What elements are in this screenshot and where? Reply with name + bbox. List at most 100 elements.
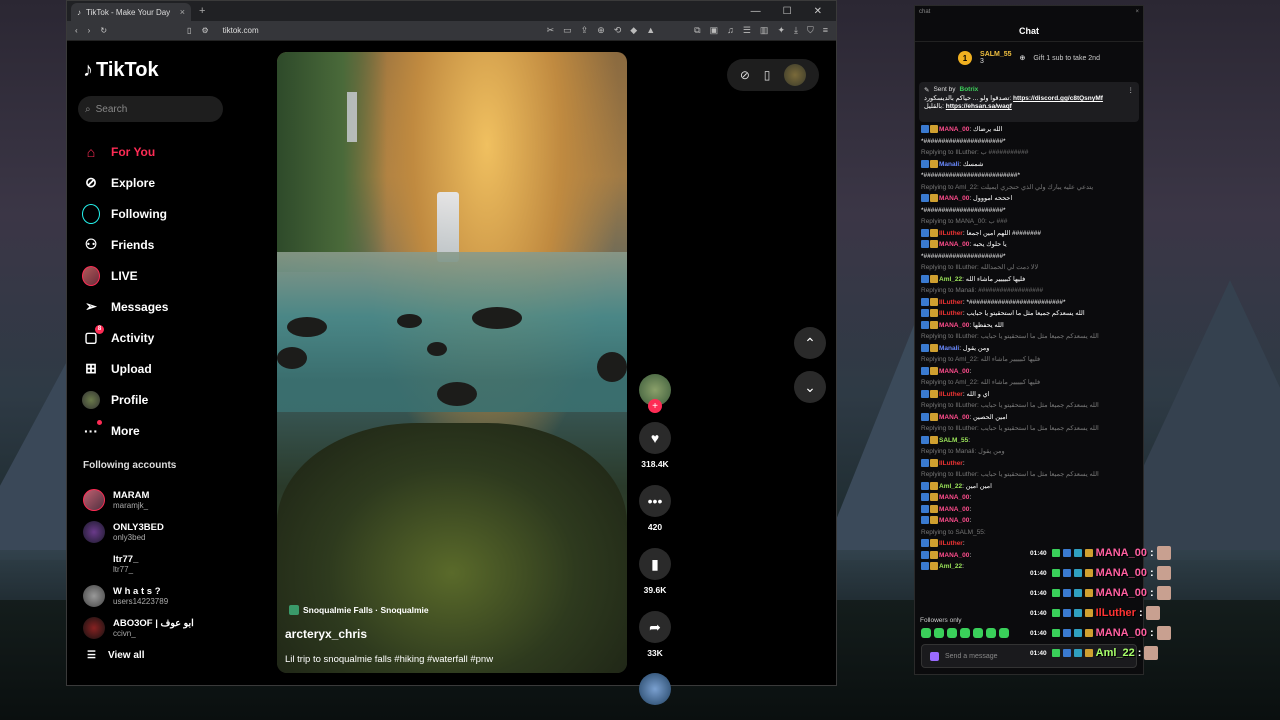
maximize-button[interactable]: ☐ — [783, 6, 792, 17]
extensions-icon[interactable]: ⧉ — [694, 25, 700, 36]
gift-prompt[interactable]: Gift 1 sub to take 2nd — [1033, 55, 1100, 62]
chat-username[interactable]: SALM_55 — [939, 437, 968, 444]
chat-message[interactable]: Aml_22: فليها كبيييير ماشاء الله — [921, 274, 1137, 286]
nav-item-following[interactable]: Following — [82, 198, 168, 229]
chat-message[interactable]: *######################* — [921, 205, 1137, 217]
search-input[interactable]: ⌕ Search — [78, 96, 223, 122]
reload-icon[interactable]: ↻ — [100, 26, 107, 35]
chat-close-icon[interactable]: × — [1135, 9, 1139, 17]
chat-message[interactable]: Manali: شمسك — [921, 159, 1137, 171]
music-icon[interactable]: ♫ — [727, 25, 734, 36]
chat-message[interactable]: MANA_00: يا حلوك يحبه — [921, 239, 1137, 251]
reader-icon[interactable]: ☰ — [743, 25, 751, 36]
chat-username[interactable]: MANA_00 — [939, 552, 969, 559]
nav-item-messages[interactable]: ➢ Messages — [82, 291, 168, 322]
like-button[interactable]: ♥ — [639, 422, 671, 454]
emote-icon[interactable] — [921, 628, 931, 638]
chat-message[interactable]: MANA_00: — [921, 366, 1137, 378]
chat-username[interactable]: MANA_00 — [939, 414, 969, 421]
chat-username[interactable]: MANA_00 — [939, 322, 969, 329]
location-tag[interactable]: Snoqualmie Falls · Snoqualmie — [289, 605, 429, 615]
video-author[interactable]: arcteryx_chris — [285, 627, 367, 641]
emote-icon[interactable] — [960, 628, 970, 638]
chat-username[interactable]: IlLuther — [939, 230, 963, 237]
follow-plus-icon[interactable]: + — [648, 399, 662, 413]
menu-icon[interactable]: ≡ — [823, 25, 828, 36]
url-field[interactable]: tiktok.com — [223, 26, 259, 35]
more-options-icon[interactable]: ⋮ — [1128, 86, 1135, 94]
emote-icon[interactable] — [973, 628, 983, 638]
account-item[interactable]: ABO3OF | ابو عوف ccivn_ — [83, 612, 194, 644]
nav-item-live[interactable]: LIVE — [82, 260, 168, 291]
comment-button[interactable]: ••• — [639, 485, 671, 517]
chat-username[interactable]: MANA_00 — [939, 506, 969, 513]
brave-icon[interactable]: ◆ — [630, 25, 637, 36]
creator-avatar[interactable]: + — [639, 374, 671, 413]
close-window-button[interactable]: ✕ — [814, 6, 822, 17]
browser-tab[interactable]: ♪ TikTok - Make Your Day × — [71, 3, 191, 21]
share-button[interactable]: ➦ — [639, 611, 671, 643]
nav-item-activity[interactable]: ▢ 8 Activity — [82, 322, 168, 353]
chat-message[interactable]: MANA_00: الله يرضاك — [921, 124, 1137, 136]
chat-username[interactable]: Manali — [939, 345, 959, 352]
explore-icon[interactable]: ⊘ — [740, 68, 750, 82]
chat-username[interactable]: MANA_00 — [939, 241, 969, 248]
site-info-icon[interactable]: ⚙ — [201, 26, 208, 35]
view-all-button[interactable]: ☰ View all — [87, 650, 144, 661]
save-button[interactable]: ▮ — [639, 548, 671, 580]
chat-message[interactable]: MANA_00: امين الحصين — [921, 412, 1137, 424]
emote-icon[interactable] — [986, 628, 996, 638]
music-disc[interactable] — [639, 673, 671, 705]
next-video-button[interactable]: ⌄ — [794, 371, 826, 403]
bookmark-icon[interactable]: ▯ — [187, 26, 191, 35]
zoom-icon[interactable]: ⊕ — [597, 25, 605, 36]
download-icon[interactable]: ⤓ — [794, 25, 798, 36]
screenshot-icon[interactable]: ▭ — [563, 25, 572, 36]
chat-username[interactable]: IlLuther — [939, 310, 963, 317]
chat-message[interactable]: IlLuther: *##########################* — [921, 297, 1137, 309]
chat-username[interactable]: MANA_00 — [939, 368, 969, 375]
chat-message[interactable]: IlLuther: اللهم امين اجمعا ######## — [921, 228, 1137, 240]
previous-video-button[interactable]: ⌃ — [794, 327, 826, 359]
chat-message[interactable]: Manali: ومن يقول — [921, 343, 1137, 355]
chat-message[interactable]: *##########################* — [921, 170, 1137, 182]
chat-message[interactable]: MANA_00: — [921, 492, 1137, 504]
chat-message[interactable]: Aml_22: امين امين — [921, 481, 1137, 493]
shield-icon[interactable]: ⛉ — [807, 25, 814, 36]
back-icon[interactable]: ‹ — [75, 26, 78, 35]
leader-name[interactable]: SALM_55 — [980, 51, 1012, 58]
chat-username[interactable]: IlLuther — [939, 391, 963, 398]
share-icon[interactable]: ⇪ — [581, 25, 589, 36]
vpn-icon[interactable]: ▲ — [646, 25, 655, 36]
chat-username[interactable]: IlLuther — [939, 540, 963, 547]
chat-username[interactable]: Aml_22 — [939, 563, 962, 570]
new-tab-button[interactable]: + — [199, 5, 205, 17]
nav-item-explore[interactable]: ⊘ Explore — [82, 167, 168, 198]
chat-username[interactable]: MANA_00 — [939, 517, 969, 524]
emote-icon[interactable] — [934, 628, 944, 638]
account-item[interactable]: ltr77_ ltr77_ — [83, 548, 194, 580]
chat-username[interactable]: Manali — [939, 161, 959, 168]
phone-icon[interactable]: ▯ — [764, 68, 771, 82]
video-player[interactable]: Snoqualmie Falls · Snoqualmie arcteryx_c… — [277, 52, 627, 673]
nav-item-friends[interactable]: ⚇ Friends — [82, 229, 168, 260]
forward-icon[interactable]: › — [88, 26, 91, 35]
chat-username[interactable]: MANA_00 — [939, 126, 969, 133]
emoji-picker-icon[interactable] — [930, 651, 939, 661]
extension-icon[interactable]: ✂ — [547, 25, 555, 36]
chat-message[interactable]: MANA_00: — [921, 504, 1137, 516]
chat-message[interactable]: MANA_00: الله يحفظها — [921, 320, 1137, 332]
chat-message[interactable]: SALM_55: — [921, 435, 1137, 447]
leo-icon[interactable]: ✦ — [777, 25, 785, 36]
nav-item-upload[interactable]: ⊞ Upload — [82, 353, 168, 384]
chat-message[interactable]: IlLuther: الله يسعدكم جميعا مثل ما استحق… — [921, 308, 1137, 320]
chat-username[interactable]: Aml_22 — [939, 276, 962, 283]
tiktok-logo[interactable]: ♪ TikTok — [83, 59, 159, 82]
translate-icon[interactable]: ⟲ — [614, 25, 622, 36]
minimize-button[interactable]: — — [751, 6, 761, 17]
emote-icon[interactable] — [999, 628, 1009, 638]
chat-message[interactable]: MANA_00: احححه امووول — [921, 193, 1137, 205]
chat-username[interactable]: Aml_22 — [939, 483, 962, 490]
emote-icon[interactable] — [947, 628, 957, 638]
chat-username[interactable]: MANA_00 — [939, 195, 969, 202]
